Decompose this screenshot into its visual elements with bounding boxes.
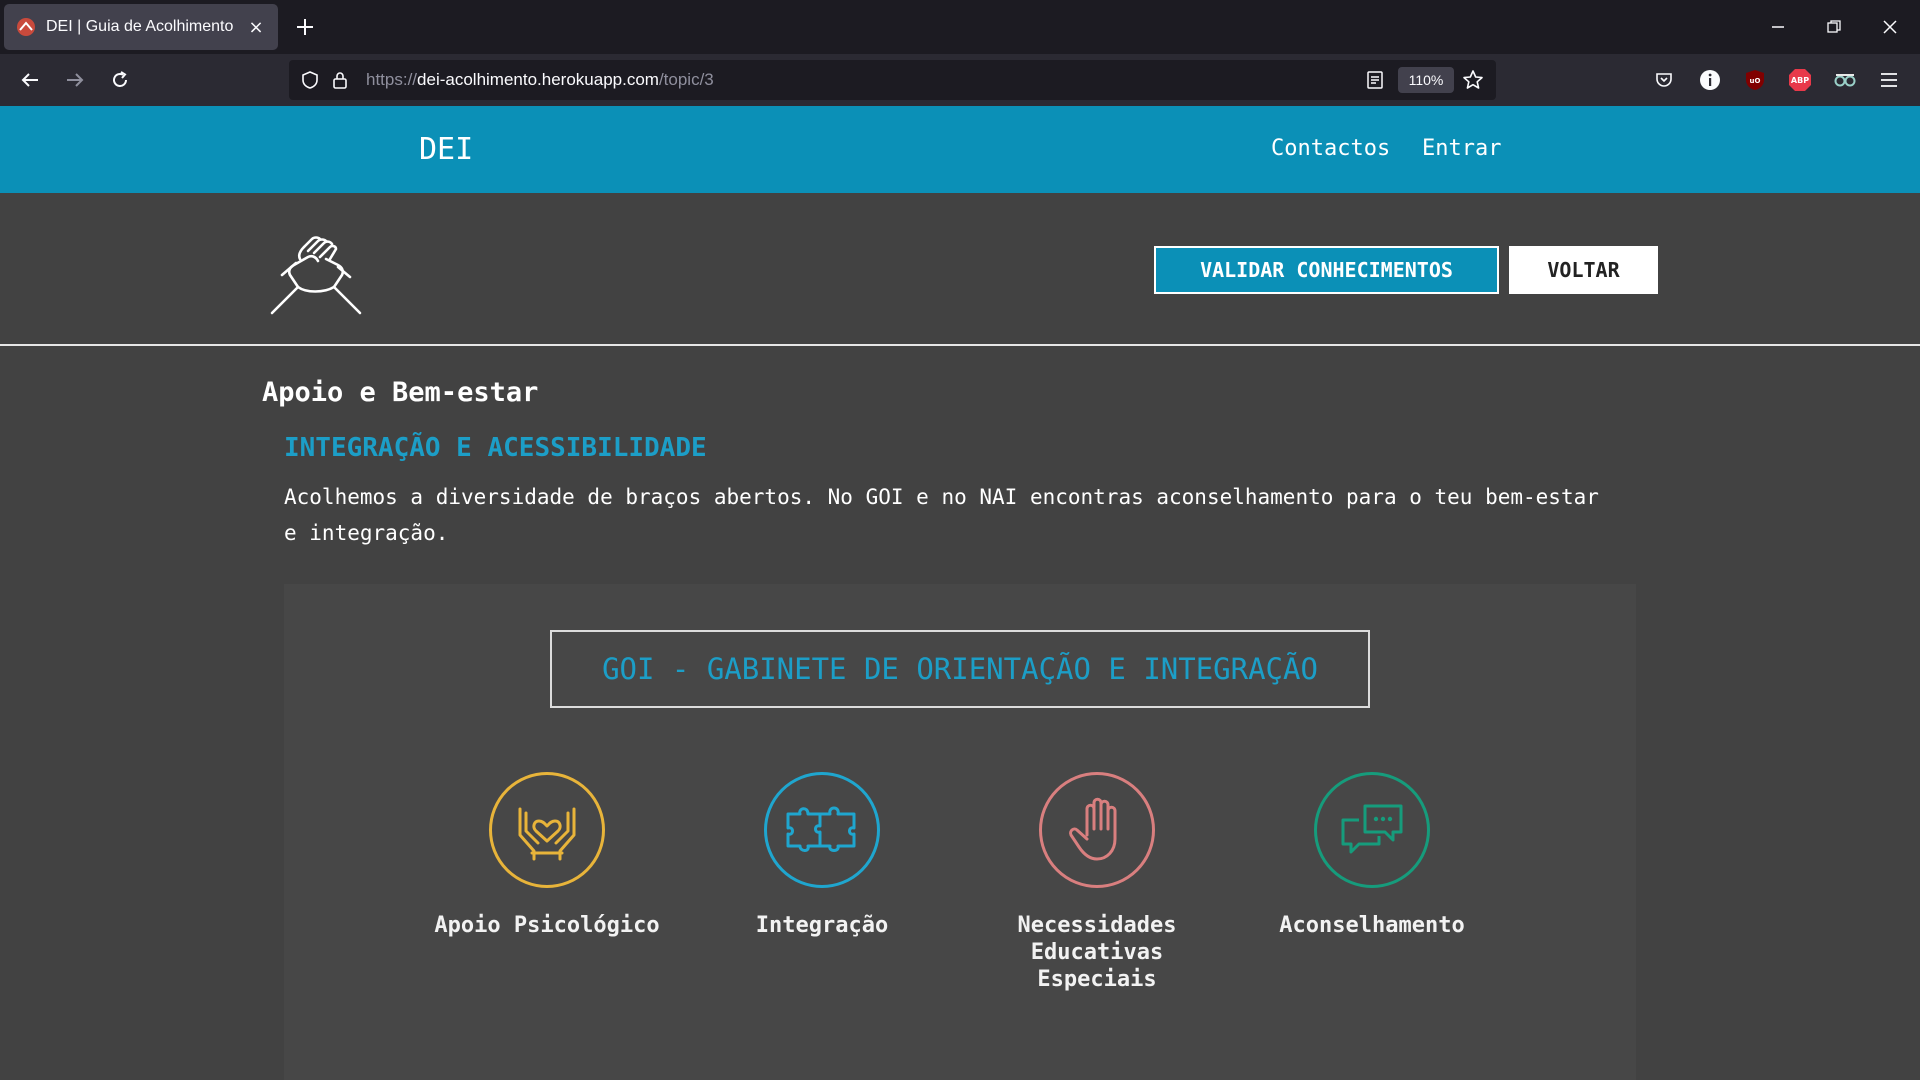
chat-bubbles-icon [1314, 772, 1430, 888]
feature-aconselhamento[interactable]: Aconselhamento [1252, 772, 1492, 939]
browser-navbar: https://dei-acolhimento.herokuapp.com/to… [0, 54, 1920, 106]
reload-icon[interactable] [102, 62, 138, 98]
tab-close-icon[interactable]: × [246, 17, 266, 38]
hands-heart-icon [489, 772, 605, 888]
reader-view-icon[interactable] [1363, 68, 1387, 92]
shield-icon[interactable] [298, 68, 322, 92]
handshake-icon [270, 236, 362, 315]
minimize-icon[interactable] [1750, 0, 1806, 54]
close-window-icon[interactable] [1862, 0, 1918, 54]
url-text[interactable]: https://dei-acolhimento.herokuapp.com/to… [366, 70, 714, 90]
feature-integracao[interactable]: Integração [702, 772, 942, 939]
svg-text:uO: uO [1750, 77, 1761, 85]
goi-title-box: GOI - GABINETE DE ORIENTAÇÃO E INTEGRAÇÃ… [550, 630, 1370, 708]
zoom-level[interactable]: 110% [1398, 67, 1454, 93]
ublock-icon[interactable]: uO [1739, 64, 1771, 96]
site-favicon-icon [16, 17, 36, 37]
restore-icon[interactable] [1806, 0, 1862, 54]
feature-label: Aconselhamento [1279, 913, 1465, 938]
topic-bar: VALIDAR CONHECIMENTOS VOLTAR [0, 193, 1920, 346]
section-title: Apoio e Bem-estar [262, 377, 539, 408]
nav-contactos-link[interactable]: Contactos [1271, 136, 1390, 161]
validate-knowledge-button[interactable]: VALIDAR CONHECIMENTOS [1154, 246, 1499, 294]
info-extension-icon[interactable] [1694, 64, 1726, 96]
glasses-extension-icon[interactable] [1829, 64, 1861, 96]
goi-card: GOI - GABINETE DE ORIENTAÇÃO E INTEGRAÇÃ… [284, 584, 1636, 1080]
brand-logo[interactable]: DEI [419, 132, 473, 167]
feature-apoio-psicologico[interactable]: Apoio Psicológico [427, 772, 667, 939]
new-tab-icon[interactable] [290, 12, 320, 42]
section-description: Acolhemos a diversidade de braços aberto… [284, 485, 1599, 545]
menu-hamburger-icon[interactable] [1873, 64, 1905, 96]
lock-icon[interactable] [328, 68, 352, 92]
svg-text:ABP: ABP [1791, 76, 1809, 85]
back-arrow-icon[interactable] [12, 62, 48, 98]
browser-tabbar: DEI | Guia de Acolhimento × [0, 0, 1920, 54]
hand-icon [1039, 772, 1155, 888]
feature-label: Necessidades Educativas Especiais [1017, 913, 1177, 992]
feature-necessidades-educativas[interactable]: Necessidades Educativas Especiais [977, 772, 1217, 993]
bookmark-star-icon[interactable] [1461, 68, 1485, 92]
puzzle-icon [764, 772, 880, 888]
tab-title: DEI | Guia de Acolhimento [46, 18, 234, 35]
address-bar[interactable]: https://dei-acolhimento.herokuapp.com/to… [289, 60, 1496, 100]
forward-arrow-icon[interactable] [57, 62, 93, 98]
site-header: DEI Contactos Entrar [0, 106, 1920, 193]
feature-label: Integração [755, 913, 889, 938]
pocket-icon[interactable] [1648, 64, 1680, 96]
adblock-plus-icon[interactable]: ABP [1784, 64, 1816, 96]
back-button[interactable]: VOLTAR [1509, 246, 1658, 294]
feature-label: Apoio Psicológico [434, 913, 660, 938]
nav-entrar-link[interactable]: Entrar [1422, 136, 1501, 161]
section-subtitle: INTEGRAÇÃO E ACESSIBILIDADE [284, 433, 707, 463]
browser-tab[interactable]: DEI | Guia de Acolhimento × [4, 4, 278, 50]
